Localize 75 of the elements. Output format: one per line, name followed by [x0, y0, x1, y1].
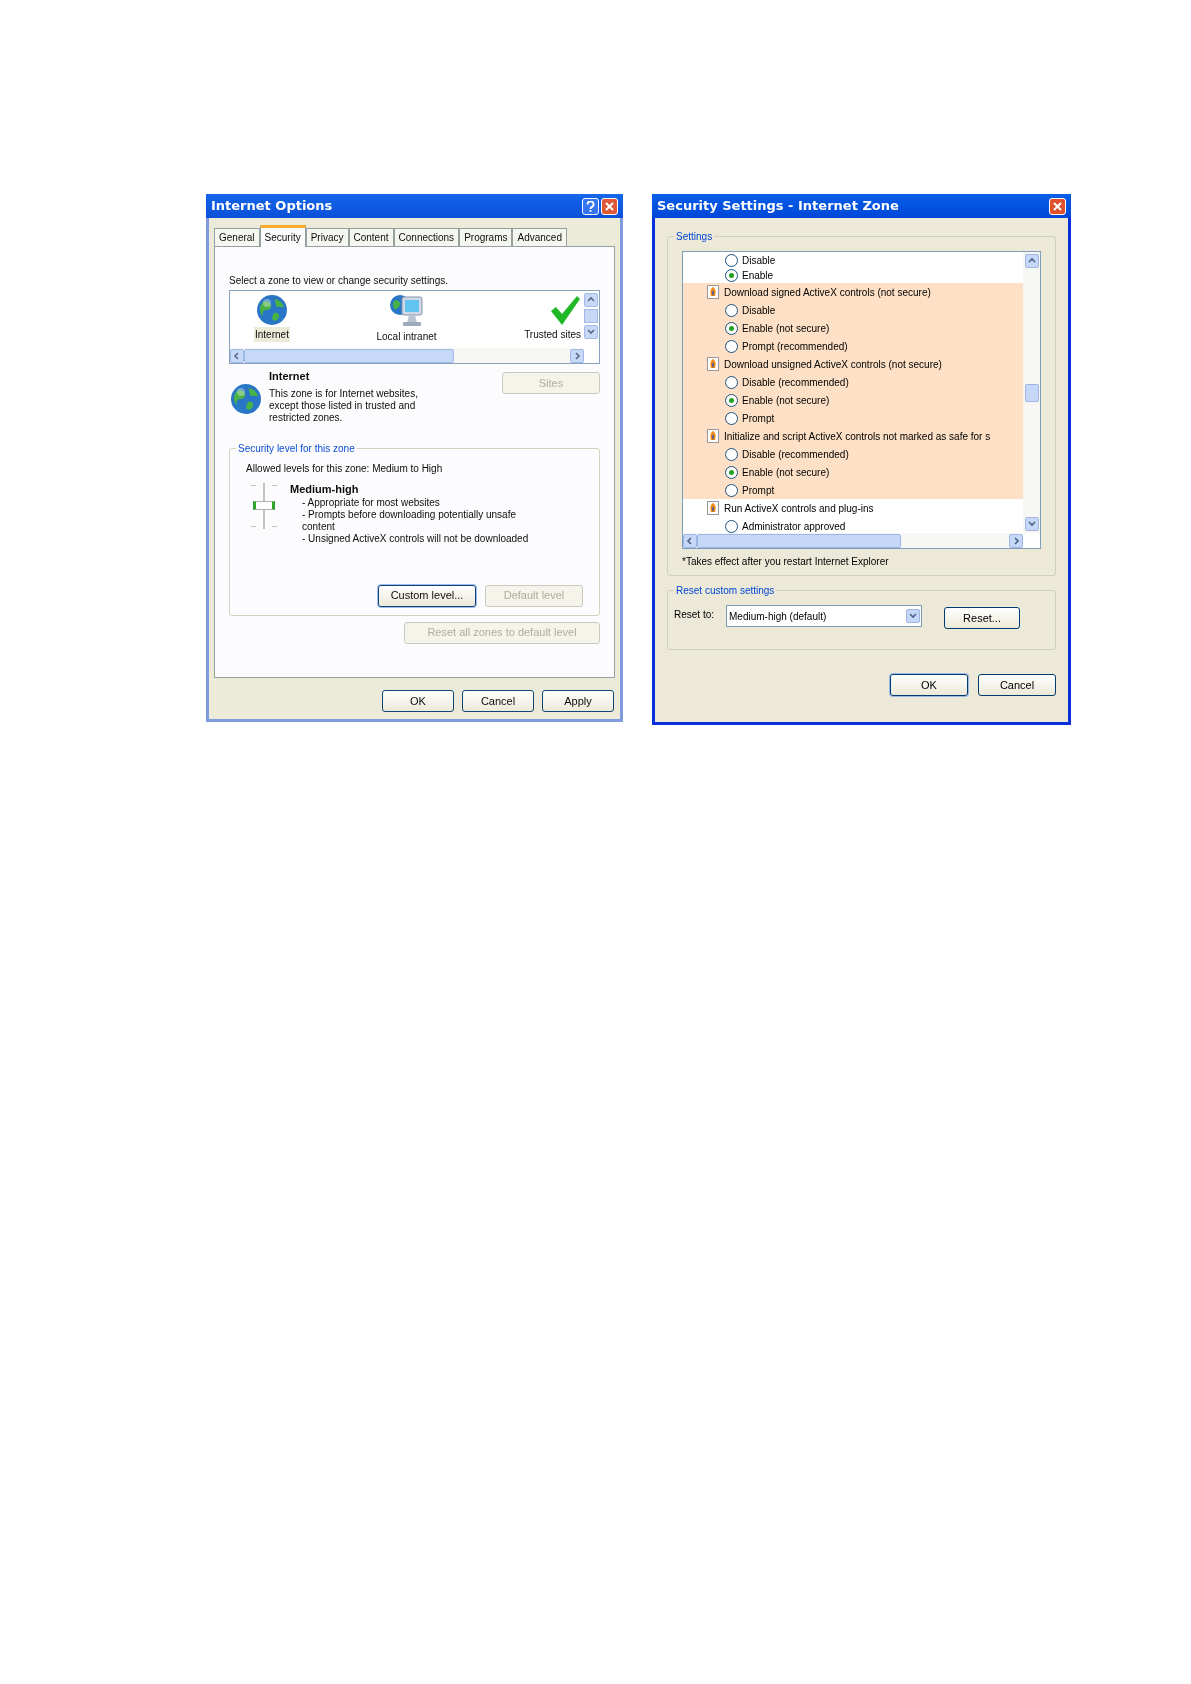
tab[interactable]: Security: [259, 225, 306, 247]
radio-button[interactable]: [725, 465, 738, 479]
radio-button[interactable]: [725, 393, 738, 407]
radio-button[interactable]: [725, 375, 738, 389]
shield-document-icon: [707, 285, 719, 299]
radio-button[interactable]: [725, 411, 738, 425]
zone-description: This zone is for Internet websites, except those listed in trusted and restricted zones.: [269, 387, 419, 424]
window-title: Security Settings - Internet Zone: [657, 197, 899, 216]
radio-button[interactable]: [725, 303, 738, 317]
option-label: Disable (recommended): [742, 447, 849, 462]
option-label: Disable: [742, 254, 776, 268]
allowed-levels-text: Allowed levels for this zone: Medium to High: [246, 461, 444, 476]
option-label: Enable (not secure): [742, 465, 830, 480]
option-label: Enable: [742, 269, 774, 283]
close-icon[interactable]: [1049, 197, 1066, 215]
scrollbar-thumb[interactable]: [697, 533, 901, 548]
option-label: Enable (not secure): [742, 393, 830, 408]
radio-button[interactable]: [725, 483, 738, 497]
radio-button[interactable]: [725, 447, 738, 461]
radio-button[interactable]: [725, 519, 738, 533]
option-label: Disable (recommended): [742, 375, 849, 390]
checkmark-icon: [548, 293, 582, 327]
globe-computer-icon: [388, 293, 425, 329]
option-label: Prompt (recommended): [742, 339, 848, 354]
close-icon[interactable]: [601, 197, 618, 215]
radio-button[interactable]: [725, 321, 738, 335]
tab[interactable]: Connections: [393, 228, 460, 246]
footnote-text: *Takes effect after you restart Internet Explorer: [682, 555, 890, 569]
cancel-button[interactable]: Cancel: [462, 690, 534, 712]
globe-icon: [229, 382, 263, 416]
zone-item[interactable]: Local intranet: [375, 293, 438, 348]
reset-level-dropdown[interactable]: Medium-high (default): [726, 605, 923, 627]
ok-button[interactable]: OK: [890, 674, 968, 696]
option-label: Administrator approved: [742, 519, 846, 533]
zone-item[interactable]: Trusted sites: [523, 293, 582, 348]
tab[interactable]: General: [214, 228, 260, 246]
setting-title: Run ActiveX controls and plug-ins: [724, 501, 874, 516]
level-description: - Prompts before downloading potentially unsafe content: [302, 509, 518, 533]
level-description: - Appropriate for most websites: [302, 497, 441, 509]
window-title: Internet Options: [211, 197, 333, 216]
group-legend: Reset custom settings: [674, 583, 777, 598]
group-legend: Settings: [674, 229, 715, 244]
option-label: Prompt: [742, 411, 775, 426]
option-label: Prompt: [742, 483, 775, 498]
zone-name: Internet: [269, 369, 311, 384]
zone-item[interactable]: Internet: [254, 293, 290, 348]
cancel-button[interactable]: Cancel: [978, 674, 1056, 696]
reset-button[interactable]: Reset...: [944, 607, 1021, 630]
radio-button[interactable]: [725, 254, 738, 267]
help-icon[interactable]: [582, 197, 599, 215]
custom-level-button[interactable]: Custom level...: [378, 584, 476, 607]
option-label: Enable (not secure): [742, 321, 830, 336]
globe-icon: [254, 293, 289, 327]
slider-thumb[interactable]: [253, 501, 275, 510]
tab[interactable]: Privacy: [305, 228, 349, 246]
radio-button[interactable]: [725, 339, 738, 353]
shield-document-icon: [707, 357, 719, 371]
scrollbar-thumb[interactable]: [244, 348, 454, 363]
option-label: Disable: [742, 303, 776, 318]
setting-title: Download unsigned ActiveX controls (not secure): [724, 357, 942, 372]
tab[interactable]: Content: [348, 228, 394, 246]
setting-title: Initialize and script ActiveX controls not marked as safe for s: [724, 429, 991, 444]
shield-document-icon: [707, 429, 719, 443]
level-description: - Unsigned ActiveX controls will not be downloaded: [302, 533, 530, 545]
tab[interactable]: Programs: [459, 228, 513, 246]
level-name: Medium-high: [290, 481, 360, 497]
setting-title: Download signed ActiveX controls (not secure): [724, 285, 931, 300]
tab[interactable]: Advanced: [512, 228, 567, 246]
apply-button[interactable]: Apply: [542, 690, 614, 712]
scrollbar-thumb[interactable]: [1024, 383, 1039, 402]
instruction-text: Select a zone to view or change security settings.: [229, 274, 449, 288]
ok-button[interactable]: OK: [382, 690, 454, 712]
radio-button[interactable]: [725, 269, 738, 282]
reset-to-label: Reset to:: [674, 608, 715, 622]
scrollbar-thumb[interactable]: [584, 309, 598, 323]
